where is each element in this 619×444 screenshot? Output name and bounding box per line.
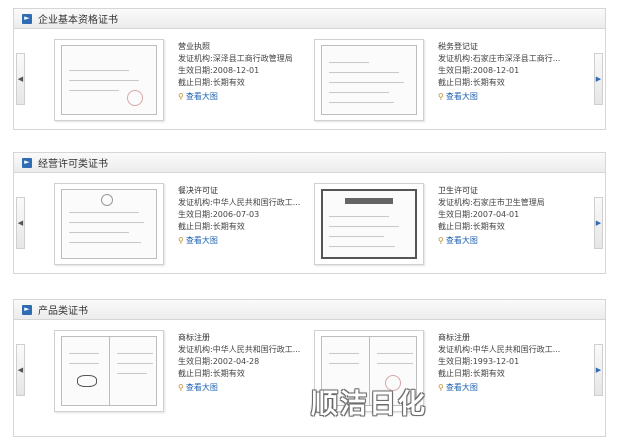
end-label: 截止日期: [178,222,213,231]
view-large-image-link[interactable]: ⚲ 查看大图 [178,91,328,103]
issuer-value: 深泽县工商行政管理局 [212,54,293,63]
section-basic-qualification: ► 企业基本资格证书 ◀ ▶ 营业执照 发证机构:深泽县工商行政管理局 生效日期… [13,8,606,130]
start-label: 生效日期: [178,210,213,219]
chevron-right-icon: ▶ [595,219,602,227]
issuer-value: 中华人民共和国行政工... [212,198,301,207]
view-large-image-link[interactable]: ⚲ 查看大图 [178,382,328,394]
start-label: 生效日期: [438,210,473,219]
watermark-text: 顺洁日化 [311,389,427,420]
cert-thumbnail[interactable] [54,330,164,412]
section-title: 产品类证书 [38,306,88,317]
start-value: 2007-04-01 [472,210,520,219]
start-value: 2008-12-01 [212,66,260,75]
next-arrow-button[interactable]: ▶ [594,53,603,105]
section-title: 经营许可类证书 [38,159,108,170]
section-header: ► 产品类证书 [14,300,605,320]
start-value: 2008-12-01 [472,66,520,75]
next-arrow-button[interactable]: ▶ [594,197,603,249]
magnifier-icon: ⚲ [438,383,444,392]
cert-thumbnail[interactable] [314,183,424,265]
start-value: 1993-12-01 [472,357,520,366]
chevron-left-icon: ◀ [17,219,24,227]
issuer-label: 发证机构: [178,54,213,63]
chevron-right-icon: ▶ [595,75,602,83]
end-value: 长期有效 [212,369,245,378]
chevron-right-icon: ▶ [595,366,602,374]
magnifier-icon: ⚲ [438,236,444,245]
end-value: 长期有效 [472,369,505,378]
view-link-label: 查看大图 [445,92,478,101]
chevron-right-icon: ► [22,304,32,315]
end-value: 长期有效 [212,222,245,231]
chevron-right-icon: ► [22,157,32,168]
issuer-value: 中华人民共和国行政工... [472,345,561,354]
cert-name: 营业执照 [178,42,210,51]
cert-card: 餐决许可证 发证机构:中华人民共和国行政工... 生效日期:2006-07-03… [54,183,328,265]
prev-arrow-button[interactable]: ◀ [16,53,25,105]
view-large-image-link[interactable]: ⚲ 查看大图 [178,235,328,247]
issuer-label: 发证机构: [178,345,213,354]
section-title: 企业基本资格证书 [38,15,118,26]
end-value: 长期有效 [212,78,245,87]
view-link-label: 查看大图 [185,383,218,392]
cert-thumbnail[interactable] [54,183,164,265]
cert-card: 卫生许可证 发证机构:石家庄市卫生管理局 生效日期:2007-04-01 截止日… [314,183,588,265]
cert-name: 税务登记证 [438,42,478,51]
end-value: 长期有效 [472,222,505,231]
view-link-label: 查看大图 [185,236,218,245]
start-value: 2002-04-28 [212,357,260,366]
magnifier-icon: ⚲ [178,383,184,392]
view-link-label: 查看大图 [445,383,478,392]
chevron-left-icon: ◀ [17,366,24,374]
start-label: 生效日期: [438,357,473,366]
end-value: 长期有效 [472,78,505,87]
end-label: 截止日期: [438,369,473,378]
next-arrow-button[interactable]: ▶ [594,344,603,396]
section-business-license: ► 经营许可类证书 ◀ ▶ 餐决许可证 发证机构:中华人民共和国行政工... 生… [13,152,606,274]
end-label: 截止日期: [438,222,473,231]
issuer-label: 发证机构: [438,54,473,63]
cert-name: 餐决许可证 [178,186,218,195]
end-label: 截止日期: [438,78,473,87]
magnifier-icon: ⚲ [178,92,184,101]
view-large-image-link[interactable]: ⚲ 查看大图 [438,235,588,247]
prev-arrow-button[interactable]: ◀ [16,344,25,396]
cert-card: 税务登记证 发证机构:石家庄市深泽县工商行... 生效日期:2008-12-01… [314,39,588,121]
magnifier-icon: ⚲ [178,236,184,245]
section-header: ► 企业基本资格证书 [14,9,605,29]
prev-arrow-button[interactable]: ◀ [16,197,25,249]
start-value: 2006-07-03 [212,210,260,219]
view-link-label: 查看大图 [445,236,478,245]
view-large-image-link[interactable]: ⚲ 查看大图 [438,382,588,394]
chevron-left-icon: ◀ [17,75,24,83]
issuer-value: 石家庄市卫生管理局 [472,198,545,207]
cert-card: 营业执照 发证机构:深泽县工商行政管理局 生效日期:2008-12-01 截止日… [54,39,328,121]
cert-card: 商标注册 发证机构:中华人民共和国行政工... 生效日期:2002-04-28 … [54,330,328,412]
issuer-label: 发证机构: [438,198,473,207]
section-product-certificates: ► 产品类证书 ◀ ▶ 商标注册 发证机构:中华人民共和国行政工... 生效日期… [13,299,606,437]
issuer-value: 中华人民共和国行政工... [212,345,301,354]
magnifier-icon: ⚲ [438,92,444,101]
cert-name: 商标注册 [438,333,470,342]
issuer-value: 石家庄市深泽县工商行... [472,54,561,63]
issuer-label: 发证机构: [438,345,473,354]
section-header: ► 经营许可类证书 [14,153,605,173]
cert-thumbnail[interactable] [314,39,424,121]
issuer-label: 发证机构: [178,198,213,207]
cert-thumbnail[interactable] [54,39,164,121]
end-label: 截止日期: [178,78,213,87]
start-label: 生效日期: [178,66,213,75]
cert-name: 卫生许可证 [438,186,478,195]
view-large-image-link[interactable]: ⚲ 查看大图 [438,91,588,103]
cert-name: 商标注册 [178,333,210,342]
chevron-right-icon: ► [22,13,32,24]
end-label: 截止日期: [178,369,213,378]
start-label: 生效日期: [438,66,473,75]
start-label: 生效日期: [178,357,213,366]
view-link-label: 查看大图 [185,92,218,101]
